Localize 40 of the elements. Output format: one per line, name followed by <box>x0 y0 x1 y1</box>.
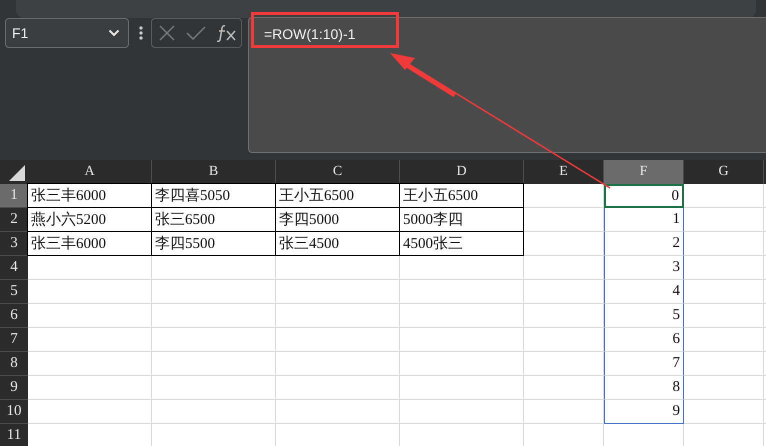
row-header[interactable]: 11 <box>0 424 28 446</box>
column-header[interactable]: E <box>524 160 604 184</box>
table-cell: 2 <box>604 232 684 256</box>
column-header[interactable]: D <box>400 160 524 184</box>
table-cell: 王小五6500 <box>399 183 524 208</box>
table-cell: 6 <box>604 328 684 352</box>
row-header[interactable]: 9 <box>0 376 28 400</box>
table-cell: 张三丰6000 <box>27 183 152 208</box>
column-header[interactable]: C <box>276 160 400 184</box>
row-header[interactable]: 10 <box>0 400 28 424</box>
cancel-icon[interactable] <box>159 25 175 41</box>
column-header[interactable]: A <box>28 160 152 184</box>
row-header[interactable]: 8 <box>0 352 28 376</box>
table-cell: 0 <box>604 184 684 208</box>
table-cell: 4500张三 <box>399 231 524 256</box>
more-vertical-icon[interactable] <box>139 26 143 40</box>
row-header[interactable]: 2 <box>0 208 28 232</box>
table-cell: 8 <box>604 376 684 400</box>
table-cell: 5 <box>604 304 684 328</box>
row-header[interactable]: 3 <box>0 232 28 256</box>
row-header[interactable]: 7 <box>0 328 28 352</box>
checkmark-icon[interactable] <box>186 26 206 40</box>
row-header[interactable]: 1 <box>0 184 28 208</box>
table-cell: 9 <box>604 400 684 424</box>
column-header[interactable]: B <box>152 160 276 184</box>
column-header[interactable]: G <box>684 160 764 184</box>
table-cell: 张三丰6000 <box>27 231 152 256</box>
row-header[interactable]: 4 <box>0 256 28 280</box>
formula-input-field[interactable]: =ROW(1:10)-1 <box>248 17 766 153</box>
function-icon[interactable] <box>217 24 237 42</box>
name-box[interactable]: F1 <box>5 18 129 48</box>
select-all-button[interactable] <box>0 160 28 184</box>
row-header[interactable]: 5 <box>0 280 28 304</box>
table-cell: 4 <box>604 280 684 304</box>
table-cell: 7 <box>604 352 684 376</box>
table-cell: 3 <box>604 256 684 280</box>
chevron-down-icon <box>108 29 120 37</box>
column-header[interactable]: F <box>604 160 684 184</box>
row-header[interactable]: 6 <box>0 304 28 328</box>
table-cell: 1 <box>604 208 684 232</box>
